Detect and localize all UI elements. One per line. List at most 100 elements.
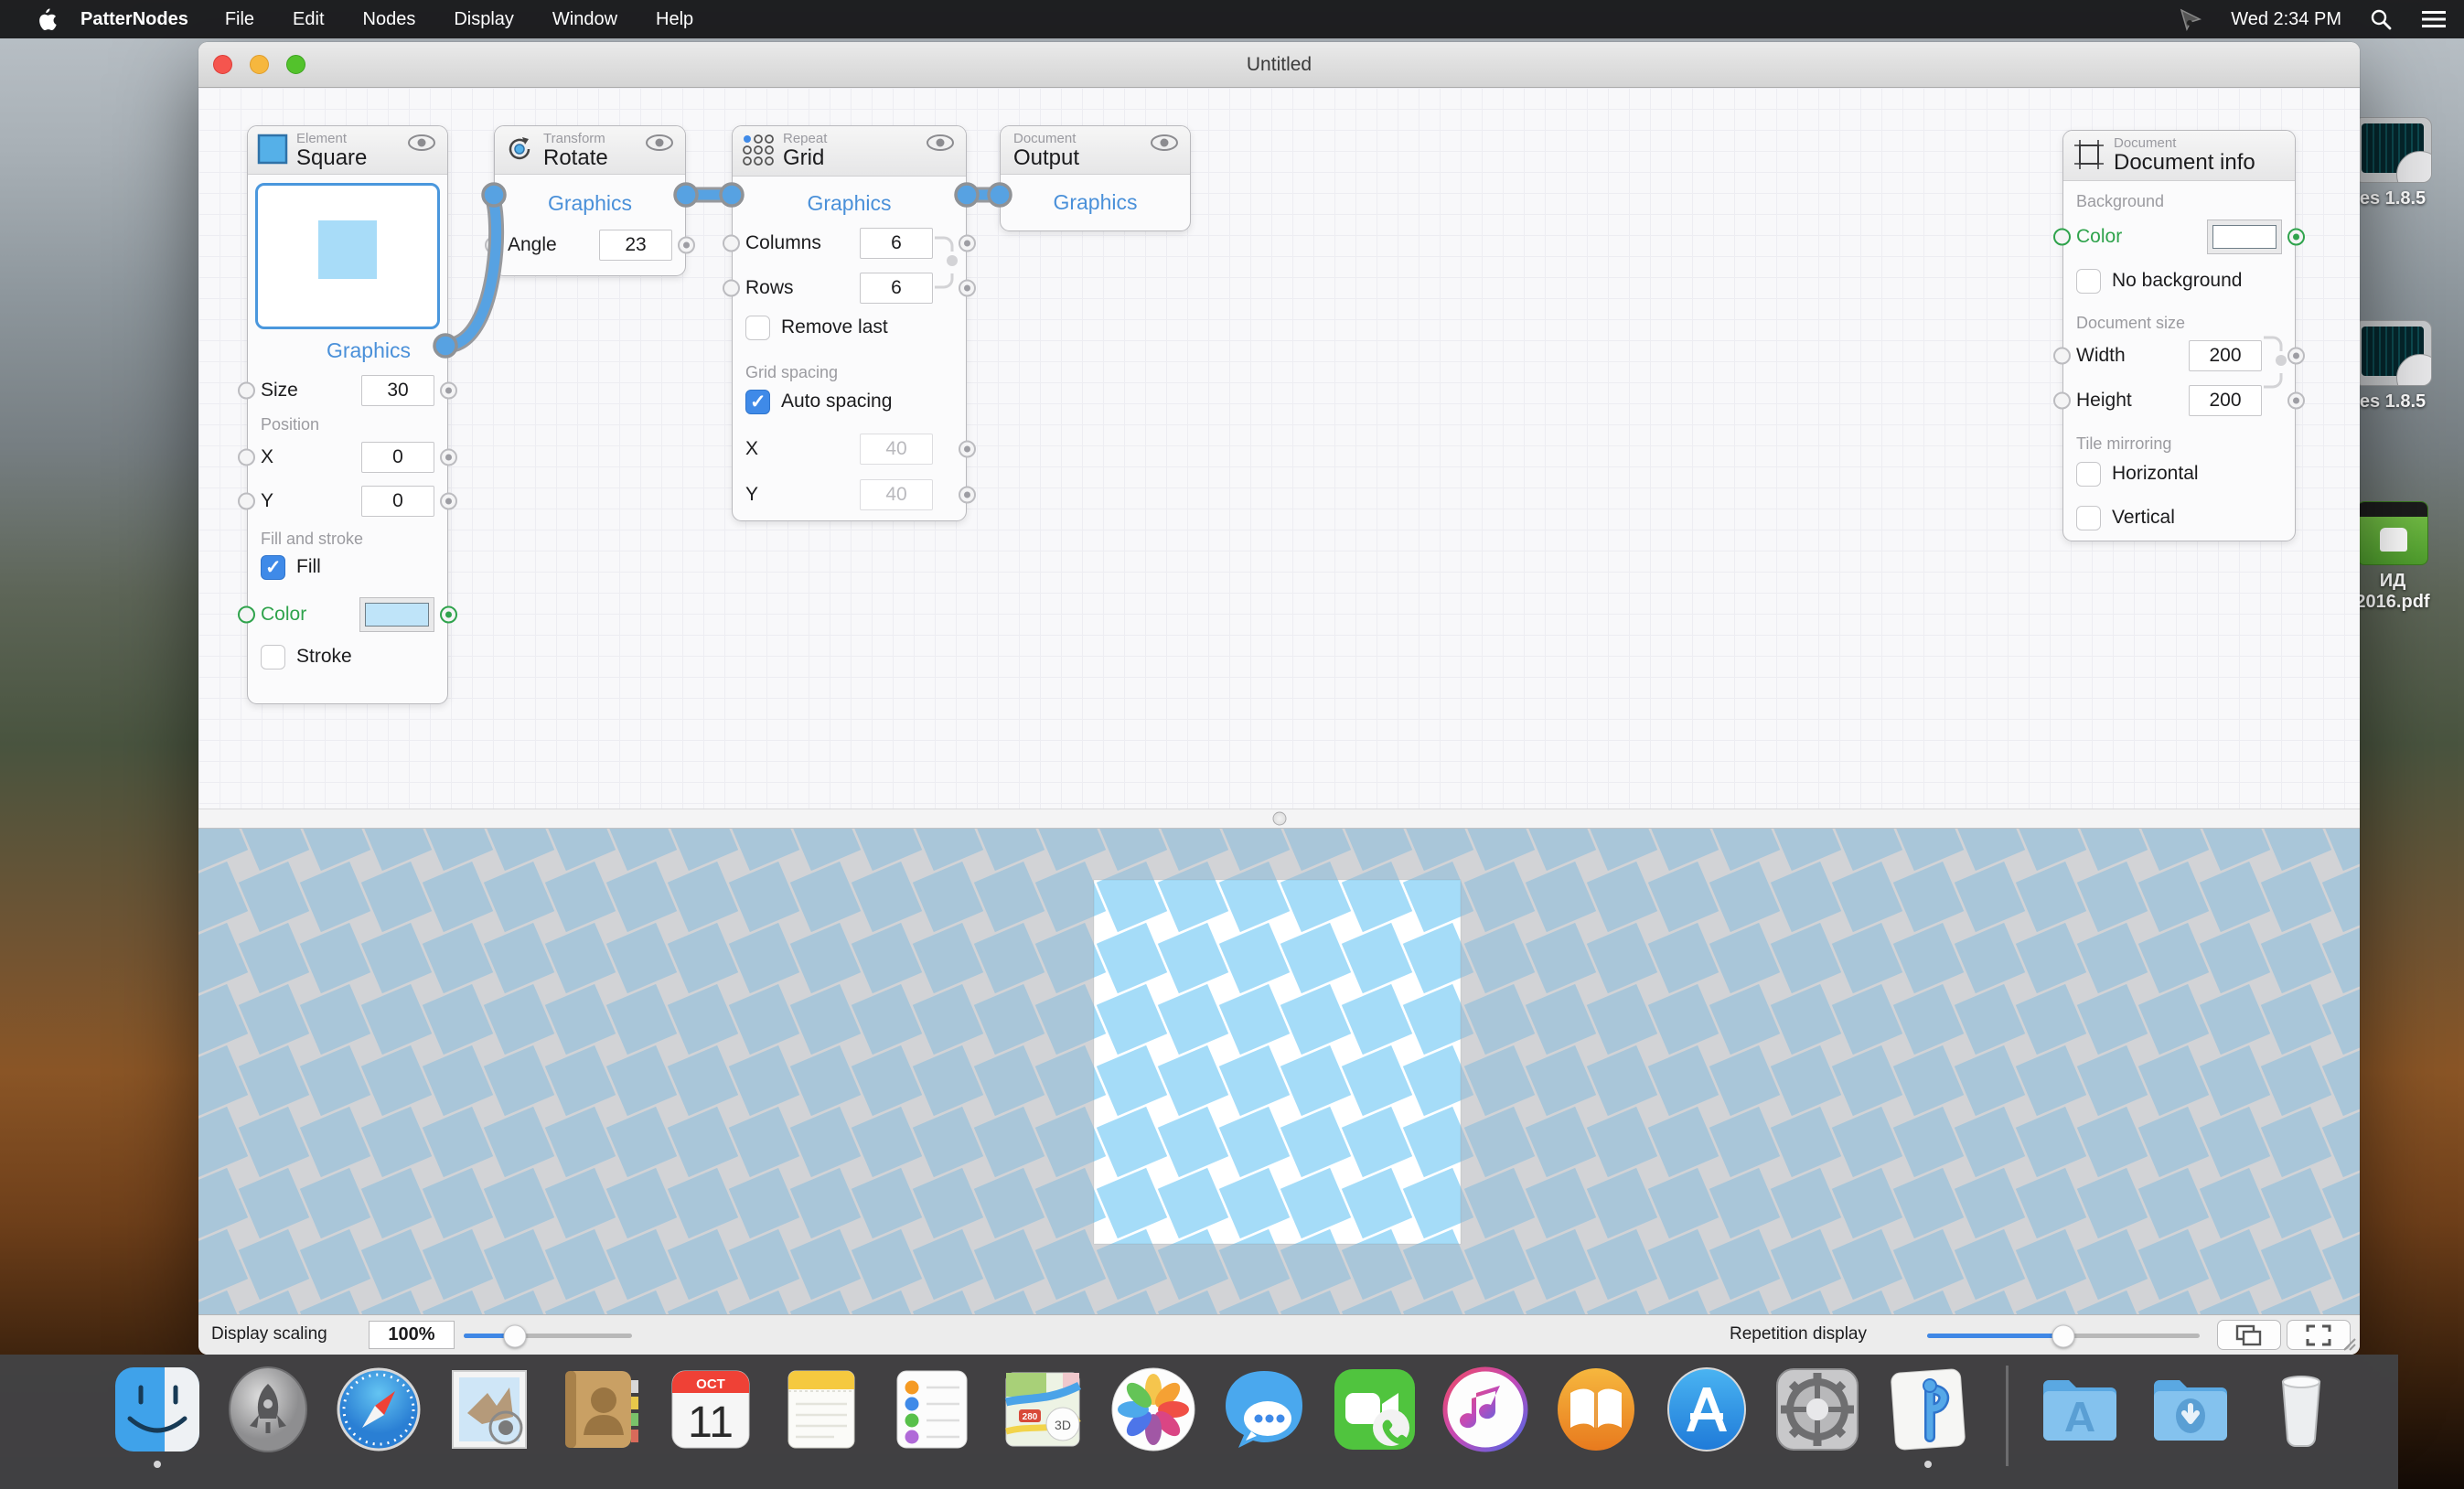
- dock-calendar-icon[interactable]: OCT11: [667, 1366, 755, 1453]
- no-background-checkbox[interactable]: [2076, 269, 2101, 294]
- node-category: Element: [296, 132, 367, 146]
- dock-patternodes-icon[interactable]: [1884, 1366, 1972, 1453]
- color-output-port[interactable]: [440, 606, 457, 624]
- height-field[interactable]: [2189, 385, 2262, 416]
- minimize-button[interactable]: [250, 55, 269, 74]
- menu-item-help[interactable]: Help: [656, 9, 693, 30]
- title-bar[interactable]: Untitled: [198, 42, 2360, 88]
- y-output-port[interactable]: [440, 493, 457, 510]
- y-field[interactable]: [361, 486, 434, 517]
- x-output-port[interactable]: [440, 449, 457, 466]
- menu-item-window[interactable]: Window: [552, 9, 617, 30]
- calendar-day-text: 11: [688, 1398, 734, 1447]
- tile-view-button[interactable]: [2217, 1320, 2281, 1350]
- auto-spacing-checkbox[interactable]: [745, 390, 770, 414]
- dock-notes-icon[interactable]: [777, 1366, 865, 1453]
- node-transform-rotate[interactable]: TransformRotate Graphics Angle: [494, 125, 686, 276]
- size-field[interactable]: [361, 375, 434, 406]
- columns-field[interactable]: [860, 228, 933, 259]
- angle-output-port[interactable]: [678, 237, 695, 254]
- dock-contacts-icon[interactable]: [556, 1366, 644, 1453]
- stroke-checkbox[interactable]: [261, 645, 285, 670]
- horizontal-checkbox[interactable]: [2076, 462, 2101, 487]
- resize-grip[interactable]: [2337, 1332, 2357, 1352]
- eye-icon[interactable]: [407, 134, 436, 156]
- width-input-port[interactable]: [2053, 348, 2071, 365]
- dock-messages-icon[interactable]: [1220, 1366, 1308, 1453]
- node-canvas[interactable]: ElementSquare Graphics Size Position X: [198, 88, 2360, 809]
- dock-system-preferences-icon[interactable]: [1773, 1366, 1861, 1453]
- columns-output-port[interactable]: [959, 235, 976, 252]
- apple-menu[interactable]: [37, 7, 57, 31]
- rows-input-port[interactable]: [723, 280, 740, 297]
- background-color-output-port[interactable]: [2287, 229, 2305, 246]
- dock-ibooks-icon[interactable]: [1552, 1366, 1640, 1453]
- node-document-info[interactable]: DocumentDocument info Background Color N…: [2062, 130, 2296, 541]
- eye-icon[interactable]: [645, 134, 674, 156]
- dock-trash-icon[interactable]: [2257, 1366, 2345, 1453]
- dock-photos-icon[interactable]: [1109, 1366, 1197, 1453]
- fill-color-swatch[interactable]: [359, 597, 434, 632]
- node-element-square[interactable]: ElementSquare Graphics Size Position X: [247, 125, 448, 704]
- rows-output-port[interactable]: [959, 280, 976, 297]
- display-scaling-slider[interactable]: [464, 1334, 632, 1338]
- dock-facetime-icon[interactable]: [1331, 1366, 1419, 1453]
- vertical-checkbox[interactable]: [2076, 506, 2101, 530]
- dock-applications-folder-icon[interactable]: [2036, 1366, 2124, 1453]
- dock-reminders-icon[interactable]: [888, 1366, 976, 1453]
- size-output-port[interactable]: [440, 382, 457, 400]
- angle-field[interactable]: [599, 230, 672, 261]
- dock-downloads-folder-icon[interactable]: [2147, 1366, 2234, 1453]
- width-output-port[interactable]: [2287, 348, 2305, 365]
- search-icon[interactable]: [2369, 7, 2393, 31]
- dock-itunes-icon[interactable]: [1441, 1366, 1529, 1453]
- width-field[interactable]: [2189, 340, 2262, 371]
- spacing-x-output-port[interactable]: [959, 441, 976, 458]
- x-input-port[interactable]: [238, 449, 255, 466]
- menu-clock[interactable]: Wed 2:34 PM: [2231, 9, 2341, 30]
- spacing-y-output-port[interactable]: [959, 487, 976, 504]
- columns-input-port[interactable]: [723, 235, 740, 252]
- zoom-button[interactable]: [286, 55, 305, 74]
- grid-spacing-section-label: Grid spacing: [733, 363, 966, 382]
- fill-checkbox[interactable]: [261, 555, 285, 580]
- close-button[interactable]: [213, 55, 232, 74]
- node-document-output[interactable]: DocumentOutput Graphics: [1000, 125, 1191, 231]
- link-width-height-icon[interactable]: [2262, 334, 2287, 391]
- maps-3d-text: 3D: [1055, 1418, 1071, 1432]
- background-color-input-port[interactable]: [2053, 229, 2071, 246]
- menu-app-name[interactable]: PatterNodes: [80, 9, 188, 30]
- dock-finder-icon[interactable]: [113, 1366, 201, 1453]
- menu-item-file[interactable]: File: [225, 9, 254, 30]
- height-output-port[interactable]: [2287, 392, 2305, 410]
- node-repeat-grid[interactable]: RepeatGrid Graphics Columns Rows: [732, 125, 967, 521]
- display-scaling-value[interactable]: 100%: [369, 1321, 455, 1349]
- background-color-swatch[interactable]: [2207, 220, 2282, 254]
- menu-item-edit[interactable]: Edit: [293, 9, 324, 30]
- rows-field[interactable]: [860, 273, 933, 304]
- eye-icon[interactable]: [1150, 134, 1179, 156]
- dock-launchpad-icon[interactable]: [224, 1366, 312, 1453]
- angle-input-port[interactable]: [485, 237, 502, 254]
- dock-maps-icon[interactable]: 2803D: [999, 1366, 1087, 1453]
- remove-last-checkbox[interactable]: [745, 316, 770, 340]
- x-field[interactable]: [361, 442, 434, 473]
- patternodes-status-icon[interactable]: [2178, 6, 2203, 32]
- dock-safari-icon[interactable]: [335, 1366, 423, 1453]
- menu-item-display[interactable]: Display: [454, 9, 514, 30]
- link-columns-rows-icon[interactable]: [933, 234, 959, 291]
- y-input-port[interactable]: [238, 493, 255, 510]
- eye-icon[interactable]: [926, 134, 955, 156]
- menu-item-nodes[interactable]: Nodes: [363, 9, 416, 30]
- patternodes-window: Untitled ElementSquare Graphics Size: [198, 42, 2360, 1355]
- dock-mail-icon[interactable]: [445, 1366, 533, 1453]
- divider-handle[interactable]: [1272, 812, 1286, 826]
- dock-app-store-icon[interactable]: [1663, 1366, 1751, 1453]
- color-input-port[interactable]: [238, 606, 255, 624]
- pane-divider[interactable]: [198, 809, 2360, 829]
- repetition-display-slider[interactable]: [1927, 1334, 2200, 1338]
- pattern-preview[interactable]: [198, 829, 2360, 1314]
- size-input-port[interactable]: [238, 382, 255, 400]
- notification-center-icon[interactable]: [2420, 8, 2448, 30]
- height-input-port[interactable]: [2053, 392, 2071, 410]
